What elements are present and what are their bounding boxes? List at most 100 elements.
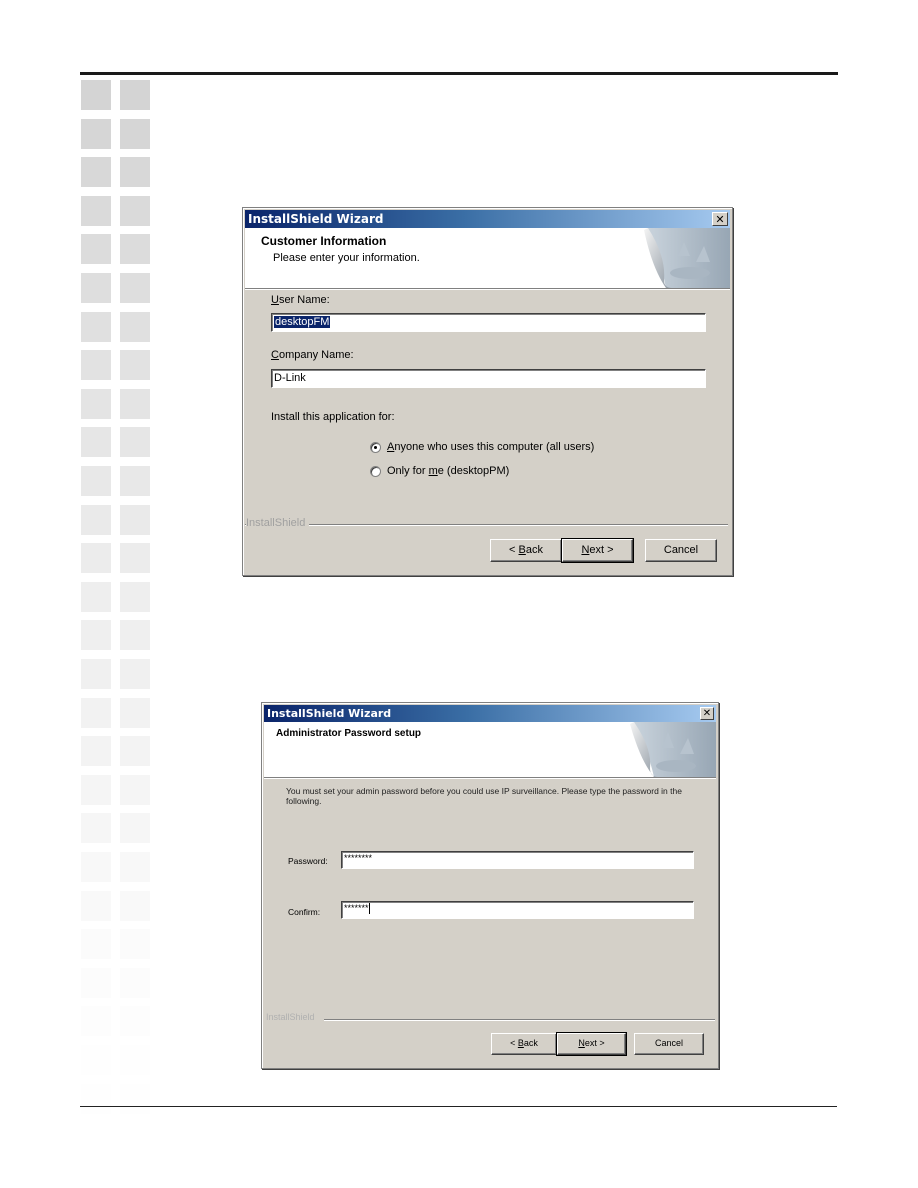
installshield-face-art-icon [644,228,730,288]
installshield-brand: InstallShield [266,1012,319,1022]
decorative-square [120,350,150,381]
radio-button[interactable] [370,465,381,477]
label-text: ack [525,544,543,556]
banner-title: Customer Information [261,234,387,248]
decorative-square [120,697,150,728]
decorative-square [120,1006,150,1037]
decorative-square [120,311,150,342]
page-footer-rule [80,1106,837,1107]
decorative-square [120,581,150,612]
decorative-square [120,852,150,882]
company-name-label: Company Name: [271,349,354,361]
decorative-square [81,157,111,188]
decorative-square [81,234,111,265]
decorative-square [81,504,111,535]
company-name-value: D-Link [274,372,306,384]
accel-key: C [271,349,279,361]
user-name-input[interactable]: desktopFM [271,313,706,332]
decorative-square [81,736,111,767]
title-bar[interactable]: InstallShield Wizard ✕ [264,705,716,722]
label-text: ext > [589,544,614,556]
radio-all-users[interactable]: Anyone who uses this computer (all users… [370,441,594,453]
decorative-square [81,466,111,496]
decorative-square [81,388,111,419]
user-name-label: User Name: [271,294,330,306]
decorative-square [120,80,150,110]
decorative-square [120,1045,150,1075]
password-value: ******** [344,853,373,863]
confirm-value: ******* [344,903,369,913]
decorative-square [81,967,111,998]
back-button[interactable]: < Back [490,539,562,562]
text-cursor [368,903,370,915]
banner-title: Administrator Password setup [276,728,422,739]
close-icon[interactable]: ✕ [712,212,728,226]
cancel-button[interactable]: Cancel [645,539,717,562]
decorative-square [120,890,150,921]
banner-subtitle: Please enter your information. [273,252,420,264]
decorative-square [81,80,111,110]
instructions-text: You must set your admin password before … [286,786,682,806]
decorative-square [81,195,111,226]
page-header-rule [80,72,838,75]
decorative-square [81,1045,111,1075]
decorative-square [81,852,111,882]
decorative-square [81,581,111,612]
decorative-square [120,388,150,419]
decorative-square [81,813,111,844]
decorative-square [120,620,150,651]
radio-label: Only for me (desktopPM) [387,465,509,477]
cancel-button[interactable]: Cancel [634,1033,704,1055]
title-bar[interactable]: InstallShield Wizard ✕ [245,210,730,228]
decorative-square [81,427,111,458]
decorative-square [120,813,150,844]
next-button[interactable]: Next > [556,1032,627,1056]
decorative-square [120,195,150,226]
decorative-square [120,118,150,149]
radio-button-selected[interactable] [370,441,381,453]
label-text: < [510,1038,518,1048]
decorative-square [120,504,150,535]
label-text: ext > [584,1038,605,1048]
back-button[interactable]: < Back [491,1033,557,1055]
accel-key: U [271,294,279,306]
confirm-input[interactable]: ******* [341,901,694,919]
password-input[interactable]: ******** [341,851,694,869]
accel-key: m [428,465,438,477]
installshield-brand: InstallShield [246,517,310,529]
decorative-square [120,659,150,689]
decorative-square [120,273,150,303]
decorative-square [81,659,111,689]
admin-password-dialog: InstallShield Wizard ✕ Administrator Pas… [261,702,719,1069]
label-text: ser Name: [278,294,330,306]
close-icon[interactable]: ✕ [700,707,714,720]
decorative-square [120,967,150,998]
label-text: nyone who uses this computer (all users) [394,441,595,453]
divider [324,1019,715,1021]
decorative-square [81,620,111,651]
decorative-square [120,466,150,496]
decorative-square [81,697,111,728]
window-title: InstallShield Wizard [267,707,392,720]
decorative-square [81,890,111,921]
next-button[interactable]: Next > [561,538,634,563]
decorative-square [120,427,150,458]
radio-label: Anyone who uses this computer (all users… [387,441,594,453]
decorative-square [120,1083,150,1114]
company-name-input[interactable]: D-Link [271,369,706,388]
decorative-square [120,929,150,960]
decorative-square [81,273,111,303]
label-text: ack [523,1038,538,1048]
label-text: < [509,544,519,556]
label-text: Only for [387,465,429,477]
divider [245,524,728,526]
accel-key: B [518,544,526,556]
radio-only-me[interactable]: Only for me (desktopPM) [370,465,509,477]
confirm-label: Confirm: [288,907,321,917]
decorative-square [81,350,111,381]
label-text: e (desktopPM) [437,465,510,477]
decorative-square [81,1006,111,1037]
decorative-square [81,774,111,805]
wizard-banner: Customer Information Please enter your i… [245,228,730,289]
window-title: InstallShield Wizard [248,212,384,226]
